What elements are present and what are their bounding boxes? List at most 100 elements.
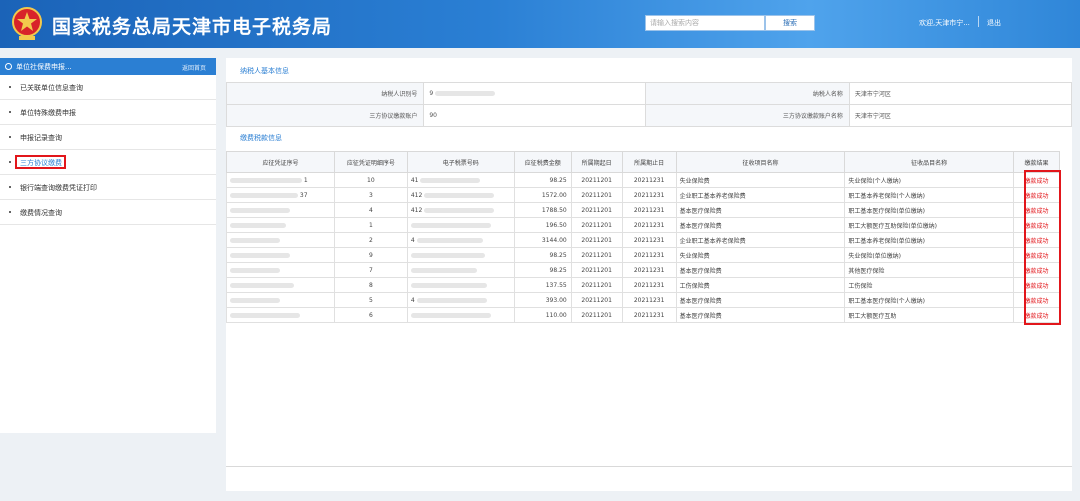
cell-sub: 职工大额医疗互助 bbox=[844, 307, 1015, 323]
sidebar-item-declaration-records[interactable]: 申报记录查询 bbox=[0, 125, 216, 150]
cell-amount: 110.00 bbox=[513, 307, 572, 323]
sidebar-item-linked-units[interactable]: 已关联单位信息查询 bbox=[0, 75, 216, 100]
cell-item: 工伤保险费 bbox=[675, 277, 846, 293]
table-row: 8 137.55 20211201 20211231 工伤保险费 工伤保险 缴款成功 bbox=[226, 277, 1060, 293]
search-input[interactable] bbox=[645, 15, 765, 31]
cell-end: 20211231 bbox=[621, 217, 677, 233]
cell-seq bbox=[226, 277, 335, 293]
welcome-text: 欢迎,天津市宁... bbox=[919, 19, 970, 27]
cell-result: 缴款成功 bbox=[1013, 307, 1060, 323]
cell-result: 缴款成功 bbox=[1013, 217, 1060, 233]
cell-sub: 职工基本养老保险(单位缴纳) bbox=[844, 232, 1015, 248]
cell-seq: 1 bbox=[226, 172, 335, 188]
table-row: 1 10 41 98.25 20211201 20211231 失业保险费 失业保险(个人缴… bbox=[226, 172, 1060, 188]
cell-ticket: 41 bbox=[406, 172, 515, 188]
cell-ticket bbox=[406, 262, 515, 278]
sidebar-item-payment-status[interactable]: 缴费情况查询 bbox=[0, 200, 216, 225]
cell-end: 20211231 bbox=[621, 187, 677, 203]
table-row: 1 196.50 20211201 20211231 基本医疗保险费 职工大额医疗互助保… bbox=[226, 217, 1060, 233]
cell-end: 20211231 bbox=[621, 247, 677, 263]
cell-start: 20211201 bbox=[570, 247, 623, 263]
sidebar-header: 单位社保费申报... 返回首页 bbox=[0, 58, 216, 75]
sidebar-item-label: 银行端查询缴费凭证打印 bbox=[20, 184, 97, 192]
cell-detail: 1 bbox=[333, 217, 408, 233]
cell-start: 20211201 bbox=[570, 172, 623, 188]
cell-end: 20211231 bbox=[621, 262, 677, 278]
col-header: 应征税费金额 bbox=[513, 151, 572, 173]
col-header: 应征凭证明细序号 bbox=[333, 151, 408, 173]
cell-detail: 2 bbox=[333, 232, 408, 248]
top-header: 国家税务总局天津市电子税务局 搜索 欢迎,天津市宁... 退出 bbox=[0, 0, 1080, 48]
sidebar-item-label: 缴费情况查询 bbox=[20, 209, 62, 217]
sidebar-item-label: 已关联单位信息查询 bbox=[20, 84, 83, 92]
cell-seq bbox=[226, 217, 335, 233]
sidebar-item-bank-voucher-print[interactable]: 银行端查询缴费凭证打印 bbox=[0, 175, 216, 200]
cell-item: 失业保险费 bbox=[675, 172, 846, 188]
cell-start: 20211201 bbox=[570, 202, 623, 218]
cell-result: 缴款成功 bbox=[1013, 172, 1060, 188]
taxpayer-id-label: 纳税人识别号 bbox=[225, 82, 425, 105]
cell-start: 20211201 bbox=[570, 292, 623, 308]
cell-item: 企业职工基本养老保险费 bbox=[675, 232, 846, 248]
col-header: 电子税票号码 bbox=[406, 151, 515, 173]
cell-item: 基本医疗保险费 bbox=[675, 292, 846, 308]
col-header: 所属期止日 bbox=[621, 151, 677, 173]
cell-result: 缴款成功 bbox=[1013, 262, 1060, 278]
col-header: 所属期起日 bbox=[570, 151, 623, 173]
cell-result: 缴款成功 bbox=[1013, 202, 1060, 218]
cell-item: 企业职工基本养老保险费 bbox=[675, 187, 846, 203]
sidebar-item-special-declaration[interactable]: 单位特殊缴费申报 bbox=[0, 100, 216, 125]
search-button[interactable]: 搜索 bbox=[765, 15, 815, 31]
taxpayer-name-label: 纳税人名称 bbox=[645, 82, 850, 105]
bullet-icon bbox=[9, 136, 11, 138]
sidebar-item-tripartite-payment[interactable]: 三方协议缴费 bbox=[0, 150, 216, 175]
taxpayer-section-title: 纳税人基本信息 bbox=[240, 67, 289, 75]
cell-start: 20211201 bbox=[570, 277, 623, 293]
cell-ticket: 412 bbox=[406, 202, 515, 218]
menu-icon bbox=[5, 63, 12, 70]
cell-seq bbox=[226, 292, 335, 308]
cell-end: 20211231 bbox=[621, 172, 677, 188]
cell-start: 20211201 bbox=[570, 217, 623, 233]
cell-amount: 393.00 bbox=[513, 292, 572, 308]
cell-end: 20211231 bbox=[621, 277, 677, 293]
col-header: 应征凭证序号 bbox=[226, 151, 335, 173]
account-label: 三方协议缴款账户 bbox=[225, 104, 425, 127]
cell-start: 20211201 bbox=[570, 232, 623, 248]
sidebar-item-label: 申报记录查询 bbox=[20, 134, 62, 142]
cell-start: 20211201 bbox=[570, 262, 623, 278]
cell-sub: 失业保险(单位缴纳) bbox=[844, 247, 1015, 263]
cell-sub: 职工大额医疗互助保险(单位缴纳) bbox=[844, 217, 1015, 233]
logout-link[interactable]: 退出 bbox=[987, 18, 1001, 28]
cell-detail: 10 bbox=[333, 172, 408, 188]
cell-ticket bbox=[406, 247, 515, 263]
cell-amount: 98.25 bbox=[513, 172, 572, 188]
divider bbox=[226, 466, 1072, 467]
cell-end: 20211231 bbox=[621, 202, 677, 218]
bullet-icon bbox=[9, 186, 11, 188]
cell-start: 20211201 bbox=[570, 187, 623, 203]
cell-amount: 3144.00 bbox=[513, 232, 572, 248]
cell-detail: 7 bbox=[333, 262, 408, 278]
back-home-link[interactable]: 返回首页 bbox=[182, 63, 206, 72]
payment-section-title: 缴费税款信息 bbox=[240, 134, 282, 142]
account-name-value: 天津市宁河区 bbox=[848, 104, 1073, 127]
cell-amount: 1788.50 bbox=[513, 202, 572, 218]
cell-ticket bbox=[406, 307, 515, 323]
cell-amount: 98.25 bbox=[513, 247, 572, 263]
cell-detail: 4 bbox=[333, 202, 408, 218]
cell-seq: 37 bbox=[226, 187, 335, 203]
table-header-row: 应征凭证序号 应征凭证明细序号 电子税票号码 应征税费金额 所属期起日 所属期止… bbox=[226, 151, 1060, 173]
cell-ticket bbox=[406, 277, 515, 293]
cell-ticket: 4 bbox=[406, 232, 515, 248]
tax-emblem-icon bbox=[12, 7, 42, 40]
table-row: 24 3144.00 20211201 20211231 企业职工基本养老保险费 职工基… bbox=[226, 232, 1060, 248]
cell-seq bbox=[226, 307, 335, 323]
cell-amount: 1572.00 bbox=[513, 187, 572, 203]
table-row: 4 412 1788.50 20211201 20211231 基本医疗保险费 职工基本医… bbox=[226, 202, 1060, 218]
cell-sub: 工伤保险 bbox=[844, 277, 1015, 293]
cell-item: 基本医疗保险费 bbox=[675, 202, 846, 218]
cell-end: 20211231 bbox=[621, 292, 677, 308]
cell-ticket: 4 bbox=[406, 292, 515, 308]
cell-seq bbox=[226, 202, 335, 218]
